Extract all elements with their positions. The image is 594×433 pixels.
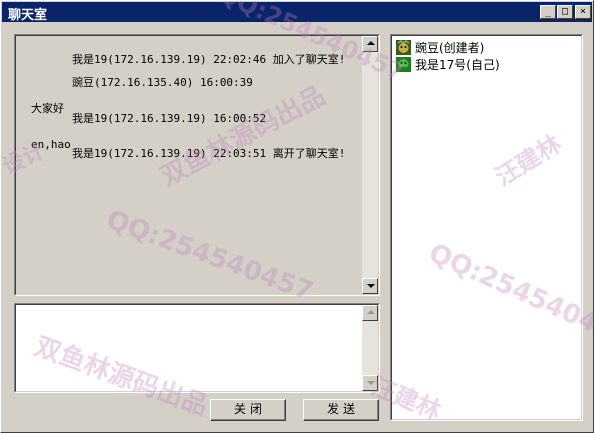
message-header: 豌豆(172.16.135.40) 16:00:39 [71,76,253,89]
green-avatar-icon [396,57,411,72]
chat-room-window: 聊天室 _ □ × 我是19(172.16.139.19) 22:02:46 加… [0,0,594,433]
chat-log-scrollbar[interactable] [362,36,378,294]
chat-log-content: 我是19(172.16.139.19) 22:02:46 加入了聊天室! 豌豆(… [16,36,361,294]
arrow-down-icon [367,284,375,288]
message-input[interactable] [16,305,363,391]
user-name: 我是17号(自己) [415,58,500,72]
arrow-up-icon [367,310,375,314]
user-list-content: 豌豆(创建者) 我是17号(自己) [392,36,581,419]
maximize-icon: □ [561,6,569,17]
close-button[interactable]: 关闭 [210,399,286,421]
window-title: 聊天室 [8,8,48,23]
title-bar[interactable]: 聊天室 _ □ × [2,2,592,23]
scroll-down-button[interactable] [362,278,378,294]
message-input-box[interactable] [14,303,380,393]
close-window-button[interactable]: × [575,5,591,19]
minimize-icon: _ [544,6,552,17]
maximize-button[interactable]: □ [557,5,573,19]
pea-avatar-icon [396,40,411,55]
scroll-up-button[interactable] [362,36,378,52]
input-scrollbar[interactable] [362,305,378,391]
scroll-down-button[interactable] [362,375,378,391]
chat-log[interactable]: 我是19(172.16.139.19) 22:02:46 加入了聊天室! 豌豆(… [14,34,380,296]
user-name: 豌豆(创建者) [415,41,485,55]
minimize-button[interactable]: _ [540,5,556,19]
chat-message: 我是19(172.16.139.19) 22:03:51 离开了聊天室! [19,134,345,173]
message-header: 我是19(172.16.139.19) 22:03:51 离开了聊天室! [71,147,346,160]
scroll-up-button[interactable] [362,305,378,321]
arrow-down-icon [367,381,375,385]
close-icon: × [579,6,587,17]
send-button[interactable]: 发送 [303,399,379,421]
arrow-up-icon [367,41,375,45]
user-list[interactable]: 豌豆(创建者) 我是17号(自己) [390,34,583,421]
message-header: 我是19(172.16.139.19) 16:00:52 [71,112,267,125]
